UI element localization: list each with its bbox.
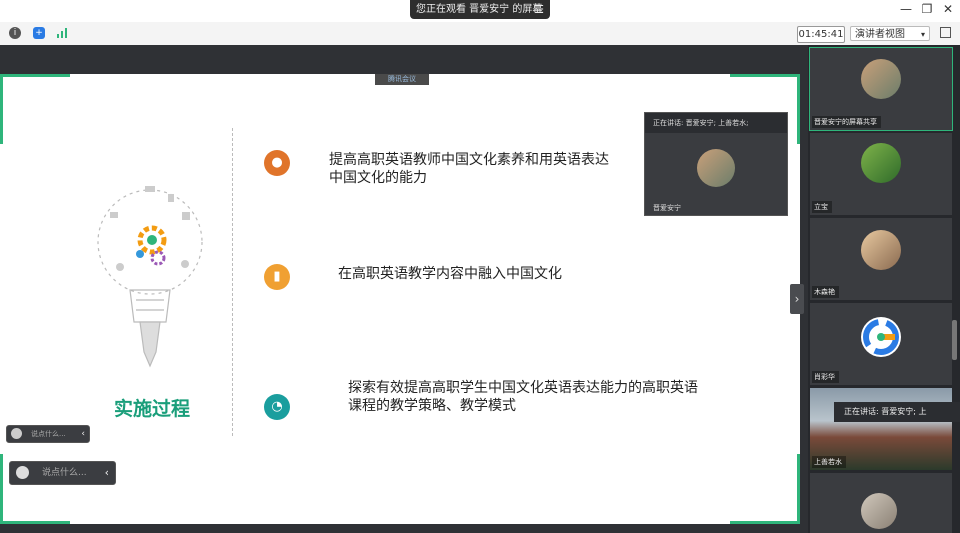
chat-input[interactable]: 说点什么... ‹ — [9, 461, 116, 485]
view-mode-dropdown[interactable]: 演讲者视图 ▾ — [850, 26, 930, 41]
meeting-toolbar: i + 01:45:41 演讲者视图 ▾ — [0, 22, 960, 46]
info-icon[interactable]: i — [9, 27, 21, 39]
item-1-text: 提高高职英语教师中国文化素养和用英语表达 中国文化的能力 — [329, 152, 609, 186]
avatar — [697, 149, 735, 187]
lightbulb-illustration — [97, 186, 203, 368]
signal-icon[interactable] — [56, 27, 68, 39]
view-mode-label: 演讲者视图 — [855, 29, 905, 40]
item-2-text: 在高职英语教学内容中融入中国文化 — [338, 266, 562, 282]
pie-chart-icon: ◔ — [264, 394, 290, 420]
recording-tag: 腾讯会议 — [375, 74, 429, 85]
close-icon[interactable]: ✕ — [940, 2, 956, 16]
speaker-name: 晋爱安宁 — [653, 204, 681, 212]
avatar — [861, 59, 901, 99]
participant-tile[interactable]: 上善若水 — [810, 388, 952, 470]
speaking-header: 正在讲话: 晋爱安宁; 上善若水; — [645, 113, 787, 133]
participant-tile[interactable] — [810, 473, 952, 533]
meeting-timer: 01:45:41 — [797, 26, 845, 43]
participant-tile[interactable]: 肖彩华 — [810, 303, 952, 385]
avatar — [861, 143, 901, 183]
menu-icon[interactable]: ☰ — [534, 0, 544, 19]
item-3-text: 探索有效提高高职学生中国文化英语表达能力的高职英语 课程的教学策略、教学模式 — [348, 380, 698, 414]
participant-name: 木森艳 — [812, 286, 839, 298]
collapse-chat-icon[interactable]: ‹ — [105, 462, 109, 484]
expand-panel-button[interactable]: › — [790, 284, 804, 314]
restore-icon[interactable]: ❐ — [919, 2, 935, 16]
minimize-icon[interactable]: — — [898, 2, 914, 16]
participant-name: 肖彩华 — [812, 371, 839, 383]
participant-name: 晋爱安宁的屏幕共享 — [812, 116, 881, 128]
window-title: 您正在观看 晋爱安宁 的屏幕 — [416, 4, 543, 15]
title-bar: 您正在观看 晋爱安宁 的屏幕 ☰ — ❐ ✕ — [0, 0, 960, 22]
emoji-icon[interactable] — [16, 466, 29, 479]
slide-title: 实施过程 — [114, 398, 191, 420]
avatar — [861, 317, 901, 357]
teacher-icon: ● — [264, 150, 290, 176]
participant-name: 上善若水 — [812, 456, 846, 468]
participant-tile[interactable]: 立宝 — [810, 133, 952, 215]
chat-input-small[interactable]: 说点什么... ‹ — [6, 425, 90, 443]
panel-scrollbar[interactable] — [952, 320, 957, 360]
screen-share-title[interactable]: 您正在观看 晋爱安宁 的屏幕 ☰ — [410, 0, 550, 19]
shield-icon[interactable]: + — [33, 27, 45, 39]
participant-tile[interactable]: 晋爱安宁的屏幕共享 — [809, 47, 953, 131]
avatar — [861, 493, 897, 529]
fullscreen-icon[interactable] — [940, 27, 951, 38]
chevron-down-icon: ▾ — [920, 30, 925, 39]
slide-divider — [232, 128, 233, 436]
floating-speaker-video[interactable]: 正在讲话: 晋爱安宁; 上善若水; 晋爱安宁 — [644, 112, 788, 216]
participant-panel: 晋爱安宁的屏幕共享 立宝 木森艳 肖彩华 上善若水 — [808, 45, 960, 533]
avatar — [861, 230, 901, 270]
bar-chart-icon: ▮ — [264, 264, 290, 290]
participant-name: 立宝 — [812, 201, 832, 213]
chat-placeholder: 说点什么... — [42, 468, 87, 478]
speaking-banner: 正在讲话: 晋爱安宁; 上 — [834, 402, 960, 422]
participant-tile[interactable]: 木森艳 — [810, 218, 952, 300]
